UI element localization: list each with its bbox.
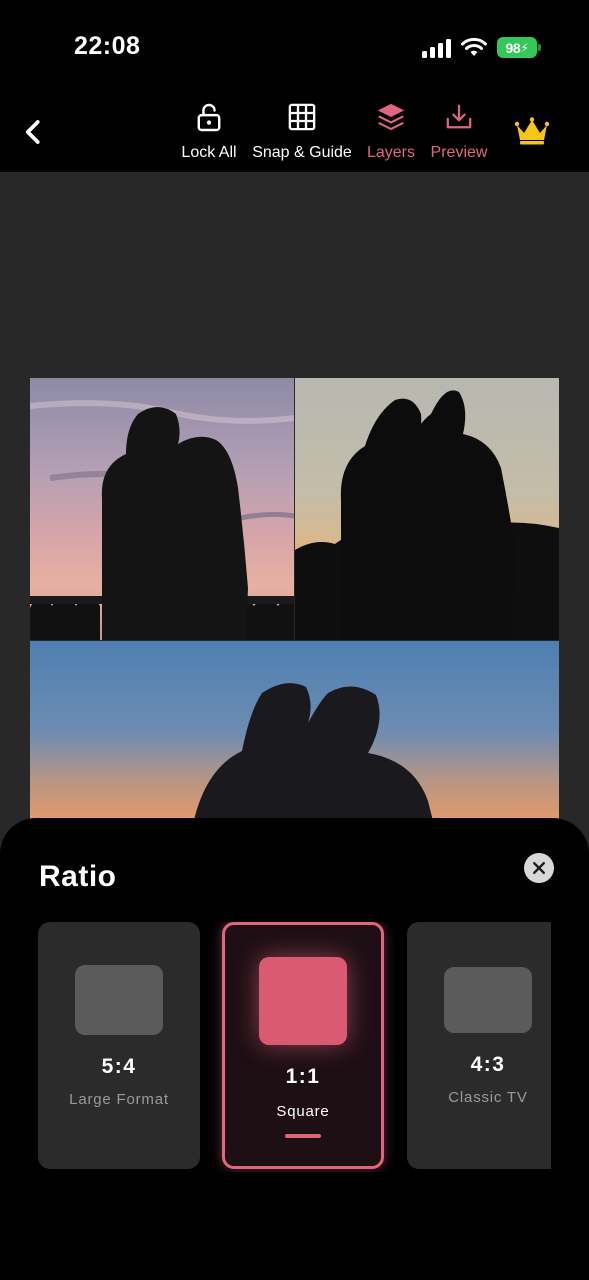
ratio-name: Square xyxy=(276,1103,330,1120)
layers-label: Layers xyxy=(366,144,416,161)
snap-guide-button[interactable]: Snap & Guide xyxy=(252,100,352,162)
ratio-preview-1-1 xyxy=(259,957,347,1045)
lock-all-button[interactable]: Lock All xyxy=(178,100,240,162)
ratio-sheet: Ratio 5:4 Large Format 1:1 Square 4:3 Cl… xyxy=(0,818,589,1280)
selected-indicator xyxy=(285,1134,321,1138)
battery-charging-icon: 98 ⚡ xyxy=(497,37,541,58)
grid-icon xyxy=(286,100,318,134)
battery-level: 98 xyxy=(505,39,521,56)
ratio-preview-4-3 xyxy=(444,967,532,1033)
ratio-name: Classic TV xyxy=(448,1089,528,1106)
preview-label: Preview xyxy=(430,144,488,161)
collage-photo-3[interactable] xyxy=(30,641,559,841)
wifi-icon xyxy=(461,36,487,58)
close-button[interactable] xyxy=(524,853,554,883)
crown-icon[interactable] xyxy=(514,116,550,146)
ratio-option-1-1[interactable]: 1:1 Square xyxy=(222,922,384,1169)
ratio-value: 1:1 xyxy=(285,1065,321,1088)
ratio-value: 4:3 xyxy=(470,1053,506,1076)
snap-guide-label: Snap & Guide xyxy=(252,144,352,161)
signal-icon xyxy=(422,38,452,58)
close-icon xyxy=(533,862,545,874)
ratio-preview-5-4 xyxy=(75,965,163,1035)
layers-icon xyxy=(375,100,407,134)
back-button[interactable] xyxy=(14,112,54,152)
sheet-title: Ratio xyxy=(39,860,117,893)
ratio-options: 5:4 Large Format 1:1 Square 4:3 Classic … xyxy=(0,922,551,1172)
status-time: 22:08 xyxy=(74,32,141,60)
top-toolbar: Lock All Snap & Guide Layers Preview xyxy=(0,92,589,172)
ratio-option-4-3[interactable]: 4:3 Classic TV xyxy=(407,922,551,1169)
preview-button[interactable]: Preview xyxy=(429,100,489,162)
lock-all-label: Lock All xyxy=(181,144,237,161)
chevron-left-icon xyxy=(25,120,40,144)
ratio-option-5-4[interactable]: 5:4 Large Format xyxy=(38,922,200,1169)
layers-button[interactable]: Layers xyxy=(366,100,416,162)
ratio-name: Large Format xyxy=(69,1091,169,1108)
ratio-value: 5:4 xyxy=(101,1055,137,1078)
status-bar: 22:08 98 ⚡ xyxy=(0,0,589,92)
editor-canvas xyxy=(0,172,589,852)
collage-photo-1[interactable] xyxy=(30,378,294,640)
collage-photo-2[interactable] xyxy=(295,378,559,640)
download-icon xyxy=(443,100,475,134)
lock-open-icon xyxy=(193,100,225,134)
